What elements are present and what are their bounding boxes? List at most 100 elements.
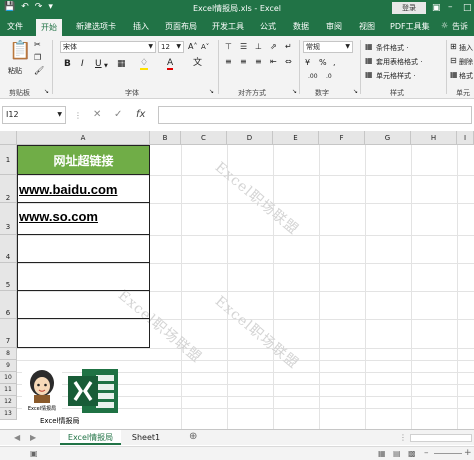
- decrease-font-icon[interactable]: A˅: [201, 42, 209, 52]
- macro-record-icon[interactable]: ▣: [30, 449, 38, 459]
- row-header[interactable]: 7: [0, 319, 17, 348]
- row-header[interactable]: 9: [0, 360, 17, 372]
- sheet-tab-active[interactable]: Excel情报局: [60, 430, 121, 445]
- alignment-launcher-icon[interactable]: ↘: [292, 87, 297, 97]
- borders-icon[interactable]: ▦: [117, 59, 126, 69]
- page-break-view-icon[interactable]: ▩: [408, 449, 416, 459]
- font-size-combo[interactable]: 12 ▼: [158, 41, 184, 53]
- phonetic-icon[interactable]: 文: [193, 58, 202, 68]
- formula-input[interactable]: [158, 106, 472, 124]
- row-header[interactable]: 4: [0, 235, 17, 263]
- row-header[interactable]: 5: [0, 263, 17, 291]
- chevron-down-icon[interactable]: ▼: [104, 61, 108, 71]
- format-cells-icon[interactable]: ▦: [450, 70, 458, 80]
- insert-function-button[interactable]: fx: [136, 109, 145, 120]
- comma-style-icon[interactable]: ,: [333, 58, 336, 68]
- italic-icon[interactable]: I: [81, 59, 84, 69]
- paste-button-label[interactable]: 粘贴: [8, 66, 22, 76]
- align-right-icon[interactable]: ≡: [255, 57, 262, 67]
- align-bottom-icon[interactable]: ⊥: [255, 42, 262, 52]
- row-header[interactable]: 8: [0, 348, 17, 360]
- paste-icon[interactable]: 📋: [9, 42, 31, 60]
- row-header[interactable]: 13: [0, 408, 17, 420]
- zoom-in-icon[interactable]: +: [464, 448, 472, 458]
- normal-view-icon[interactable]: ▦: [378, 449, 386, 459]
- font-launcher-icon[interactable]: ↘: [209, 87, 214, 97]
- column-header[interactable]: D: [227, 131, 273, 145]
- cell-a7[interactable]: [17, 319, 150, 348]
- wrap-text-icon[interactable]: ↵: [285, 42, 292, 52]
- column-header[interactable]: F: [319, 131, 365, 145]
- row-header[interactable]: 10: [0, 372, 17, 384]
- tab-new[interactable]: 新建选项卡: [76, 21, 116, 32]
- tab-page-layout[interactable]: 页面布局: [165, 21, 197, 32]
- delete-cells-button[interactable]: 删除: [459, 57, 473, 67]
- column-header[interactable]: E: [273, 131, 319, 145]
- cell-a6[interactable]: [17, 291, 150, 319]
- cell-a2-link[interactable]: www.baidu.com: [17, 175, 150, 203]
- cut-icon[interactable]: ✂: [34, 40, 41, 50]
- align-center-icon[interactable]: ≡: [240, 57, 247, 67]
- font-color-icon[interactable]: A: [167, 58, 174, 70]
- row-header[interactable]: 3: [0, 203, 17, 235]
- column-header[interactable]: I: [457, 131, 474, 145]
- row-header[interactable]: 1: [0, 145, 17, 175]
- cell-a5[interactable]: [17, 263, 150, 291]
- tab-view[interactable]: 视图: [359, 21, 375, 32]
- increase-font-icon[interactable]: A˄: [188, 42, 197, 52]
- sheet-tab-sheet1[interactable]: Sheet1: [126, 430, 166, 445]
- maximize-icon[interactable]: □: [463, 3, 472, 13]
- orientation-icon[interactable]: ⇗: [270, 42, 277, 52]
- tab-file[interactable]: 文件: [7, 21, 23, 32]
- insert-cells-button[interactable]: 插入: [459, 43, 473, 53]
- cancel-icon[interactable]: ✕: [93, 110, 101, 120]
- align-left-icon[interactable]: ≡: [225, 57, 232, 67]
- horizontal-scrollbar[interactable]: [410, 434, 472, 442]
- bold-icon[interactable]: B: [64, 59, 71, 69]
- align-top-icon[interactable]: ⊤: [225, 42, 232, 52]
- name-box[interactable]: I12 ▼: [2, 106, 66, 124]
- align-middle-icon[interactable]: ☰: [240, 42, 247, 52]
- decrease-indent-icon[interactable]: ⇤: [270, 57, 277, 67]
- scroll-left-icon[interactable]: ◀: [14, 433, 20, 443]
- font-name-combo[interactable]: 宋体 ▼: [60, 41, 156, 53]
- table-format-icon[interactable]: ▦: [365, 56, 373, 66]
- login-button[interactable]: 登录: [392, 2, 426, 14]
- delete-cells-icon[interactable]: ⊟: [450, 56, 457, 66]
- format-cells-button[interactable]: 格式: [459, 71, 473, 81]
- copy-icon[interactable]: ❐: [34, 53, 41, 63]
- underline-icon[interactable]: U: [95, 59, 102, 69]
- tab-tell-me[interactable]: 告诉: [452, 21, 468, 32]
- increase-decimal-icon[interactable]: .00: [308, 72, 318, 82]
- conditional-format-icon[interactable]: ▦: [365, 42, 373, 52]
- conditional-format-button[interactable]: 条件格式 ·: [376, 43, 408, 53]
- tab-review[interactable]: 审阅: [326, 21, 342, 32]
- column-header[interactable]: C: [181, 131, 227, 145]
- column-header[interactable]: G: [365, 131, 411, 145]
- cell-a4[interactable]: [17, 235, 150, 263]
- row-header[interactable]: 11: [0, 384, 17, 396]
- page-layout-view-icon[interactable]: ▤: [393, 449, 401, 459]
- tab-insert[interactable]: 插入: [133, 21, 149, 32]
- zoom-out-icon[interactable]: –: [424, 448, 429, 458]
- table-format-button[interactable]: 套用表格格式 ·: [376, 57, 422, 67]
- tab-pdf-tools[interactable]: PDF工具集: [390, 21, 430, 32]
- select-all-corner[interactable]: [0, 131, 17, 145]
- minimize-icon[interactable]: –: [448, 2, 453, 12]
- insert-cells-icon[interactable]: ⊞: [450, 42, 457, 52]
- tab-formulas[interactable]: 公式: [260, 21, 276, 32]
- row-header[interactable]: 2: [0, 175, 17, 203]
- fill-color-icon[interactable]: ♢: [140, 58, 149, 70]
- tab-data[interactable]: 数据: [293, 21, 309, 32]
- cell-style-icon[interactable]: ▦: [365, 70, 373, 80]
- format-painter-icon[interactable]: 🖌: [34, 66, 44, 76]
- scroll-right-icon[interactable]: ▶: [30, 433, 36, 443]
- ribbon-display-options-icon[interactable]: ▣: [432, 3, 441, 13]
- column-header[interactable]: H: [411, 131, 457, 145]
- tab-home[interactable]: 开始: [36, 19, 62, 36]
- worksheet-grid[interactable]: A B C D E F G H I 1 2 3 4 5 6 7 8 9 10 1…: [0, 131, 474, 429]
- enter-icon[interactable]: ✓: [114, 110, 122, 120]
- column-header[interactable]: B: [150, 131, 181, 145]
- decrease-decimal-icon[interactable]: .0: [326, 72, 332, 82]
- row-header[interactable]: 6: [0, 291, 17, 319]
